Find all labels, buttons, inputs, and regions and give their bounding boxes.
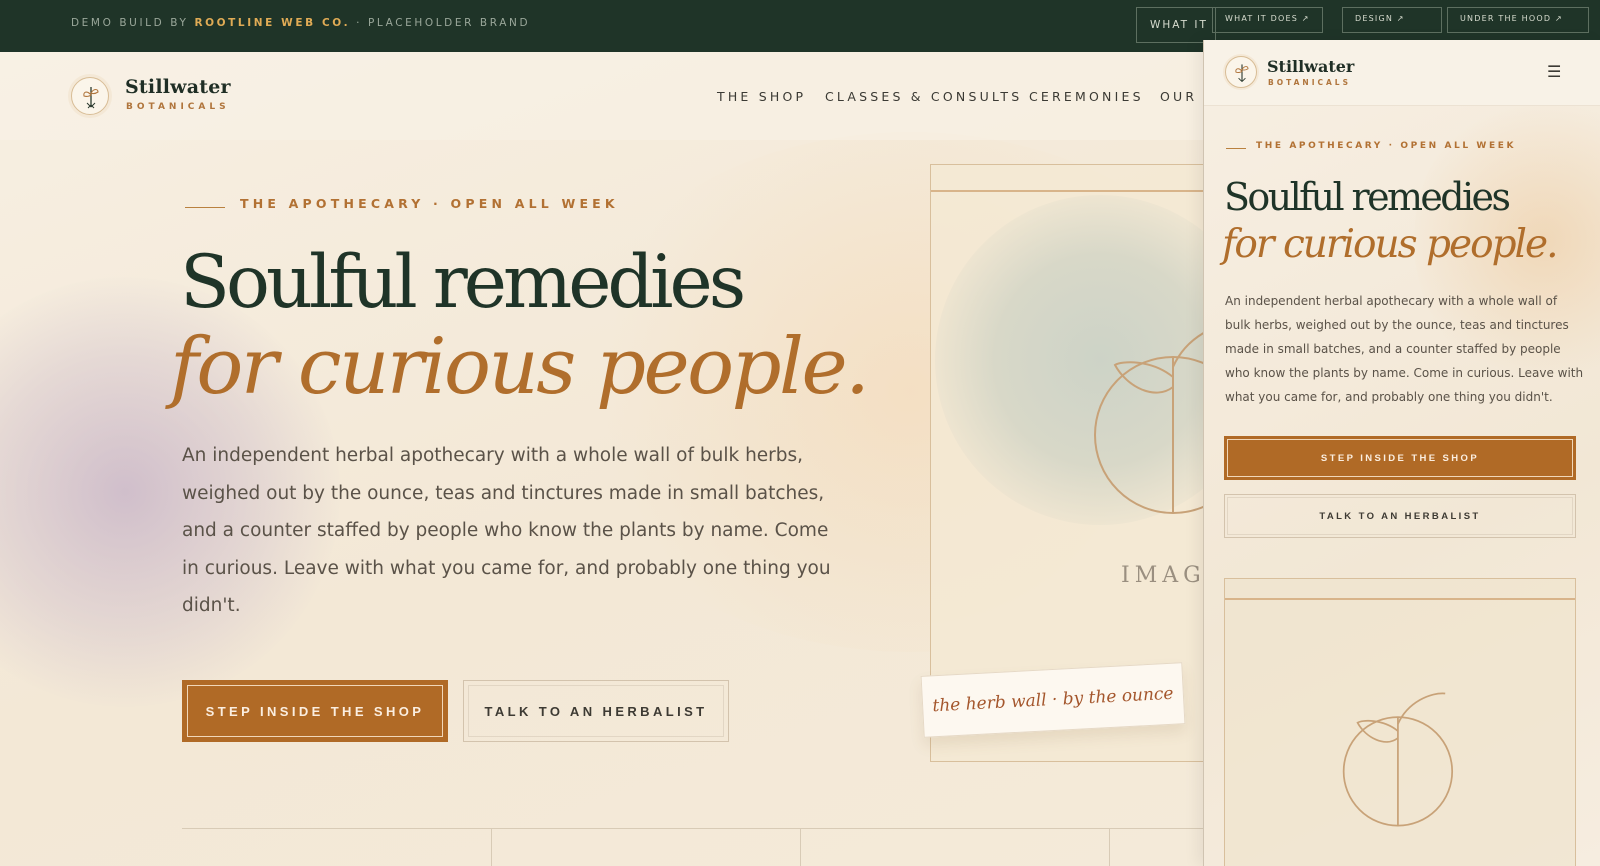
eyebrow-rule <box>185 207 225 208</box>
chip-what-it-does[interactable]: WHAT IT DOES ↗ <box>1212 7 1323 33</box>
hero-eyebrow: THE APOTHECARY · OPEN ALL WEEK <box>240 196 619 211</box>
demo-brand-link[interactable]: ROOTLINE WEB CO. <box>194 17 350 29</box>
mobile-logo-name[interactable]: Stillwater <box>1267 57 1354 76</box>
fruit-leaf-icon <box>1342 692 1454 827</box>
stats-divider <box>182 828 1203 829</box>
step-inside-shop-button[interactable]: STEP INSIDE THE SHOP <box>182 680 448 742</box>
site-header: Stillwater BOTANICALS THE SHOP CLASSES &… <box>0 52 1203 140</box>
desktop-preview: Stillwater BOTANICALS THE SHOP CLASSES &… <box>0 52 1203 866</box>
fruit-leaf-icon <box>1094 332 1203 514</box>
hero-title-line1: Soulful remedies <box>180 240 746 325</box>
chip-under-the-hood[interactable]: UNDER THE HOOD ↗ <box>1447 7 1589 33</box>
mobile-hero-eyebrow: THE APOTHECARY · OPEN ALL WEEK <box>1256 141 1517 151</box>
logo-mark[interactable] <box>71 77 109 115</box>
mobile-hero-lede: An independent herbal apothecary with a … <box>1225 294 1584 404</box>
nav-our-story-partial[interactable]: OUR S <box>1160 89 1203 104</box>
hero-lede: An independent herbal apothecary with a … <box>182 445 831 616</box>
mobile-preview: Stillwater BOTANICALS ☰ THE APOTHECARY ·… <box>1203 40 1600 866</box>
hamburger-menu-icon[interactable]: ☰ <box>1547 62 1561 81</box>
mobile-logo-mark[interactable] <box>1225 56 1257 88</box>
mobile-hero-title-line2: for curious people. <box>1222 222 1558 267</box>
frame-inner-rule <box>931 190 1203 192</box>
stats-divider-tick <box>1109 828 1110 866</box>
demo-credit: DEMO BUILD BY ROOTLINE WEB CO. · PLACEHO… <box>71 17 530 29</box>
nav-the-shop[interactable]: THE SHOP <box>717 89 806 104</box>
mobile-header: Stillwater BOTANICALS ☰ <box>1204 40 1600 106</box>
hero-title-line2: for curious people. <box>170 322 870 412</box>
mobile-logo-subtitle: BOTANICALS <box>1268 78 1351 87</box>
chip-design[interactable]: DESIGN ↗ <box>1342 7 1442 33</box>
stats-divider-tick <box>800 828 801 866</box>
talk-to-herbalist-button[interactable]: TALK TO AN HERBALIST <box>463 680 729 742</box>
mobile-hero-title-line1: Soulful remedies <box>1224 175 1511 219</box>
mobile-hero-image-frame <box>1224 578 1576 866</box>
nav-ceremonies[interactable]: CEREMONIES <box>1029 89 1144 104</box>
logo-name[interactable]: Stillwater <box>125 76 231 98</box>
stats-divider-tick <box>491 828 492 866</box>
nav-classes-consults[interactable]: CLASSES & CONSULTS <box>825 89 1022 104</box>
mobile-step-inside-shop-button[interactable]: STEP INSIDE THE SHOP <box>1224 436 1576 480</box>
chip-what-it-does-partial[interactable]: WHAT IT <box>1136 7 1216 43</box>
mobile-talk-to-herbalist-button[interactable]: TALK TO AN HERBALIST <box>1224 494 1576 538</box>
logo-subtitle: BOTANICALS <box>126 102 230 112</box>
mobile-eyebrow-rule <box>1226 148 1246 149</box>
sprout-icon <box>83 87 99 109</box>
mobile-frame-inner-rule <box>1225 598 1575 600</box>
image-placeholder-label: IMAG <box>1121 563 1203 588</box>
demo-prefix: DEMO BUILD BY <box>71 17 189 29</box>
sprout-icon <box>1235 64 1249 82</box>
demo-suffix: · PLACEHOLDER BRAND <box>356 17 531 29</box>
